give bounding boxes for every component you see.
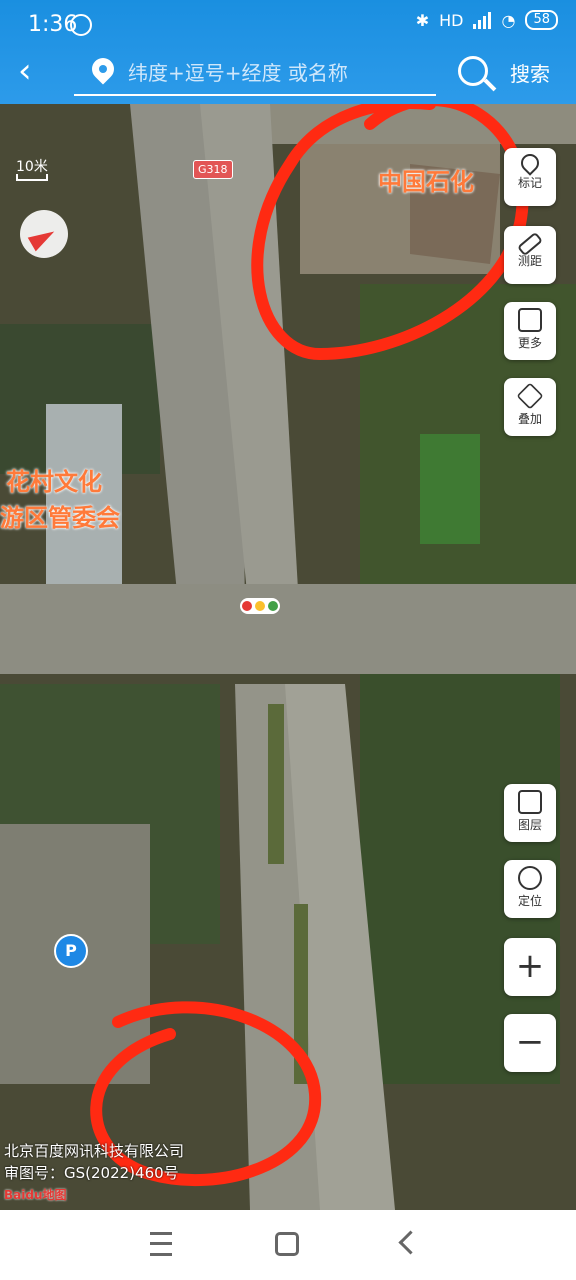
- wifi-icon: ◔: [501, 10, 516, 30]
- alarm-icon: [70, 14, 92, 36]
- layers-stack-icon: [516, 382, 544, 410]
- more-icon: [518, 308, 542, 332]
- copyright-line: 审图号：GS(2022)460号: [4, 1164, 179, 1182]
- signal-icon: [473, 11, 492, 29]
- copyright: 北京百度网讯科技有限公司 审图号：GS(2022)460号: [4, 1140, 184, 1184]
- more-label: 更多: [517, 336, 542, 350]
- menu-icon[interactable]: [150, 1232, 172, 1256]
- layers-button[interactable]: 图层: [504, 784, 556, 842]
- locate-label: 定位: [517, 894, 542, 908]
- system-nav-bar: [0, 1210, 576, 1280]
- battery-icon: 58: [525, 10, 558, 30]
- locate-button[interactable]: 定位: [504, 860, 556, 918]
- back-button[interactable]: ‹: [18, 52, 48, 92]
- overlay-button[interactable]: 叠加: [504, 378, 556, 436]
- poi-label-sinopec[interactable]: 中国石化: [378, 162, 474, 197]
- poi-label-management-committee[interactable]: 游区管委会: [0, 498, 120, 533]
- poi-label-huacun-culture[interactable]: 花村文化: [6, 462, 102, 497]
- overlay-label: 叠加: [517, 412, 542, 426]
- hd-label: HD: [439, 10, 464, 30]
- search-box[interactable]: [74, 50, 436, 96]
- locate-icon: [518, 866, 542, 890]
- back-nav-icon[interactable]: [398, 1230, 423, 1255]
- location-pin-icon: [87, 53, 119, 85]
- baidu-logo: Baidu地图: [4, 1188, 67, 1202]
- copyright-line: 北京百度网讯科技有限公司: [4, 1142, 185, 1160]
- search-button[interactable]: 搜索: [510, 58, 550, 87]
- layers-label: 图层: [517, 818, 542, 832]
- scale-bar: 10米: [16, 156, 48, 181]
- mark-label: 标记: [517, 176, 542, 190]
- mark-icon: [517, 150, 543, 176]
- search-input[interactable]: [126, 54, 430, 92]
- ruler-icon: [516, 231, 544, 257]
- more-button[interactable]: 更多: [504, 302, 556, 360]
- satellite-map[interactable]: 10米 G318 中国石化 花村文化 游区管委会 P 标记 测距 更多 叠加 图…: [0, 104, 576, 1210]
- top-bar: 1:36 ✱ HD ◔ 58 ‹ 搜索: [0, 0, 576, 104]
- zoom-in-button[interactable]: +: [504, 938, 556, 996]
- layers-icon: [518, 790, 542, 814]
- home-icon[interactable]: [275, 1232, 299, 1256]
- bluetooth-icon: ✱: [415, 10, 430, 30]
- compass-icon[interactable]: [20, 210, 68, 258]
- measure-label: 测距: [517, 254, 542, 268]
- search-icon[interactable]: [458, 56, 488, 86]
- measure-button[interactable]: 测距: [504, 226, 556, 284]
- status-icons: ✱ HD ◔ 58: [416, 10, 558, 30]
- map-imagery: [0, 104, 576, 1210]
- traffic-light-icon[interactable]: [240, 598, 280, 614]
- road-sign: G318: [193, 160, 233, 179]
- parking-icon[interactable]: P: [54, 934, 88, 968]
- zoom-out-button[interactable]: −: [504, 1014, 556, 1072]
- mark-button[interactable]: 标记: [504, 148, 556, 206]
